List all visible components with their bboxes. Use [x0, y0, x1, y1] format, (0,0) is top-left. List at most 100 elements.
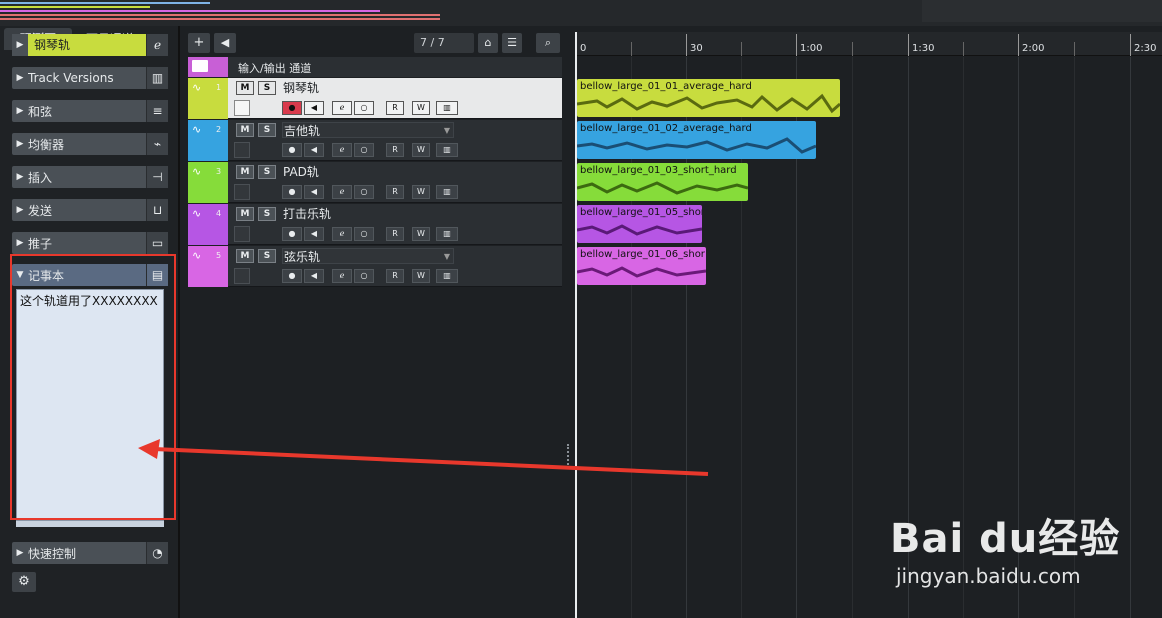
- record-button[interactable]: ●: [282, 143, 302, 157]
- solo-button[interactable]: S: [258, 123, 276, 137]
- read-button[interactable]: R: [386, 143, 404, 157]
- section-track-versions[interactable]: ▶ Track Versions ▥: [12, 67, 168, 89]
- panel-splitter[interactable]: [564, 26, 574, 618]
- write-button[interactable]: W: [412, 269, 430, 283]
- write-button[interactable]: W: [412, 185, 430, 199]
- track-select-checkbox[interactable]: [234, 184, 250, 200]
- track-row[interactable]: ∿ 1 M S 钢琴轨 ● ◀ ℯ ○ R W ▥: [188, 78, 562, 119]
- dropdown-arrow-icon[interactable]: ▼: [444, 249, 450, 265]
- fader-icon[interactable]: ▭: [146, 232, 168, 254]
- expand-arrow-icon[interactable]: ▶: [12, 548, 28, 558]
- send-icon[interactable]: ⊔: [146, 199, 168, 221]
- section-notebook[interactable]: ▼ 记事本 ▤: [12, 264, 168, 286]
- edit-button[interactable]: ℯ: [332, 227, 352, 241]
- edit-button[interactable]: ℯ: [332, 185, 352, 199]
- section-inserts[interactable]: ▶ 插入 ⊣: [12, 166, 168, 188]
- lanes-button[interactable]: ▥: [436, 227, 458, 241]
- notebook-resize-bar[interactable]: [16, 521, 164, 527]
- track-name[interactable]: PAD轨: [282, 164, 319, 180]
- mute-button[interactable]: M: [236, 207, 254, 221]
- read-button[interactable]: R: [386, 101, 404, 115]
- monitor-button[interactable]: ◀: [304, 101, 324, 115]
- audio-clip[interactable]: bellow_large_01_03_short_hard: [577, 163, 748, 201]
- mute-button[interactable]: M: [236, 123, 254, 137]
- solo-button[interactable]: S: [258, 249, 276, 263]
- track-select-checkbox[interactable]: [234, 268, 250, 284]
- notebook-icon[interactable]: ▤: [146, 264, 168, 286]
- edit-button[interactable]: ℯ: [332, 101, 352, 115]
- list-icon[interactable]: ☰: [502, 33, 522, 53]
- record-button[interactable]: ●: [282, 227, 302, 241]
- read-button[interactable]: R: [386, 227, 404, 241]
- monitor-button[interactable]: ◀: [304, 227, 324, 241]
- track-select-checkbox[interactable]: [234, 100, 250, 116]
- track-name[interactable]: 打击乐轨: [282, 206, 331, 222]
- record-button[interactable]: ●: [282, 185, 302, 199]
- collapse-arrow-icon[interactable]: ▼: [12, 270, 28, 280]
- expand-arrow-icon[interactable]: ▶: [12, 139, 28, 149]
- expand-arrow-icon[interactable]: ▶: [12, 205, 28, 215]
- audio-clip[interactable]: bellow_large_01_01_average_hard: [577, 79, 840, 117]
- edit-icon[interactable]: ℯ: [146, 34, 168, 56]
- section-quick-controls[interactable]: ▶ 快速控制 ◔: [12, 542, 168, 564]
- section-equalizer[interactable]: ▶ 均衡器 ⌁: [12, 133, 168, 155]
- expand-arrow-icon[interactable]: ▶: [12, 172, 28, 182]
- track-select-checkbox[interactable]: [234, 142, 250, 158]
- write-button[interactable]: W: [412, 227, 430, 241]
- lanes-button[interactable]: ▥: [436, 101, 458, 115]
- read-button[interactable]: R: [386, 269, 404, 283]
- monitor-button[interactable]: ◀: [304, 185, 324, 199]
- solo-button[interactable]: S: [258, 81, 276, 95]
- audio-clip[interactable]: bellow_large_01_05_shor: [577, 205, 702, 243]
- add-track-button[interactable]: +: [188, 33, 210, 53]
- track-name-field[interactable]: 弦乐轨 ▼: [282, 248, 454, 264]
- track-name-field[interactable]: 吉他轨 ▼: [282, 122, 454, 138]
- write-button[interactable]: W: [412, 143, 430, 157]
- expand-arrow-icon[interactable]: ▶: [12, 73, 28, 83]
- inspector-track-section[interactable]: ▶ 钢琴轨 ℯ: [12, 34, 168, 56]
- track-row[interactable]: ∿ 5 M S 弦乐轨 ▼ ● ◀ ℯ ○ R W ▥: [188, 246, 562, 287]
- section-fader[interactable]: ▶ 推子 ▭: [12, 232, 168, 254]
- track-row[interactable]: ∿ 4 M S 打击乐轨 ● ◀ ℯ ○ R W ▥: [188, 204, 562, 245]
- home-icon[interactable]: ⌂: [478, 33, 498, 53]
- playback-cursor[interactable]: [575, 32, 577, 618]
- track-name[interactable]: 钢琴轨: [282, 80, 319, 96]
- read-button[interactable]: R: [386, 185, 404, 199]
- solo-button[interactable]: S: [258, 207, 276, 221]
- freeze-button[interactable]: ○: [354, 269, 374, 283]
- expand-arrow-icon[interactable]: ▶: [12, 34, 28, 56]
- section-sends[interactable]: ▶ 发送 ⊔: [12, 199, 168, 221]
- expand-arrow-icon[interactable]: ▶: [12, 106, 28, 116]
- audio-clip[interactable]: bellow_large_01_02_average_hard: [577, 121, 816, 159]
- notebook-textarea[interactable]: 这个轨道用了XXXXXXXX: [16, 289, 164, 521]
- mute-button[interactable]: M: [236, 81, 254, 95]
- insert-icon[interactable]: ⊣: [146, 166, 168, 188]
- expand-arrow-icon[interactable]: ▶: [12, 238, 28, 248]
- monitor-button[interactable]: ◀: [304, 143, 324, 157]
- lanes-button[interactable]: ▥: [436, 185, 458, 199]
- monitor-button[interactable]: ◀: [304, 269, 324, 283]
- track-row[interactable]: ∿ 3 M S PAD轨 ● ◀ ℯ ○ R W ▥: [188, 162, 562, 203]
- splitter-grip[interactable]: [567, 444, 569, 468]
- solo-button[interactable]: S: [258, 165, 276, 179]
- dropdown-arrow-icon[interactable]: ▼: [444, 123, 450, 139]
- write-button[interactable]: W: [412, 101, 430, 115]
- track-row[interactable]: ∿ 2 M S 吉他轨 ▼ ● ◀ ℯ ○ R W ▥: [188, 120, 562, 161]
- freeze-button[interactable]: ○: [354, 227, 374, 241]
- edit-button[interactable]: ℯ: [332, 269, 352, 283]
- mute-button[interactable]: M: [236, 249, 254, 263]
- versions-icon[interactable]: ▥: [146, 67, 168, 89]
- record-button[interactable]: ●: [282, 269, 302, 283]
- section-chords[interactable]: ▶ 和弦 ≡: [12, 100, 168, 122]
- freeze-button[interactable]: ○: [354, 101, 374, 115]
- edit-button[interactable]: ℯ: [332, 143, 352, 157]
- folder-track-row[interactable]: 输入/输出 通道: [188, 57, 562, 77]
- lanes-button[interactable]: ▥: [436, 269, 458, 283]
- freeze-button[interactable]: ○: [354, 143, 374, 157]
- record-button[interactable]: ●: [282, 101, 302, 115]
- audio-clip[interactable]: bellow_large_01_06_shor: [577, 247, 706, 285]
- eq-icon[interactable]: ⌁: [146, 133, 168, 155]
- search-icon[interactable]: ⌕: [536, 33, 560, 53]
- timeline-ruler[interactable]: 0 30 1:00 1:30 2:00 2:30: [576, 32, 1162, 56]
- sliders-icon[interactable]: ≡: [146, 100, 168, 122]
